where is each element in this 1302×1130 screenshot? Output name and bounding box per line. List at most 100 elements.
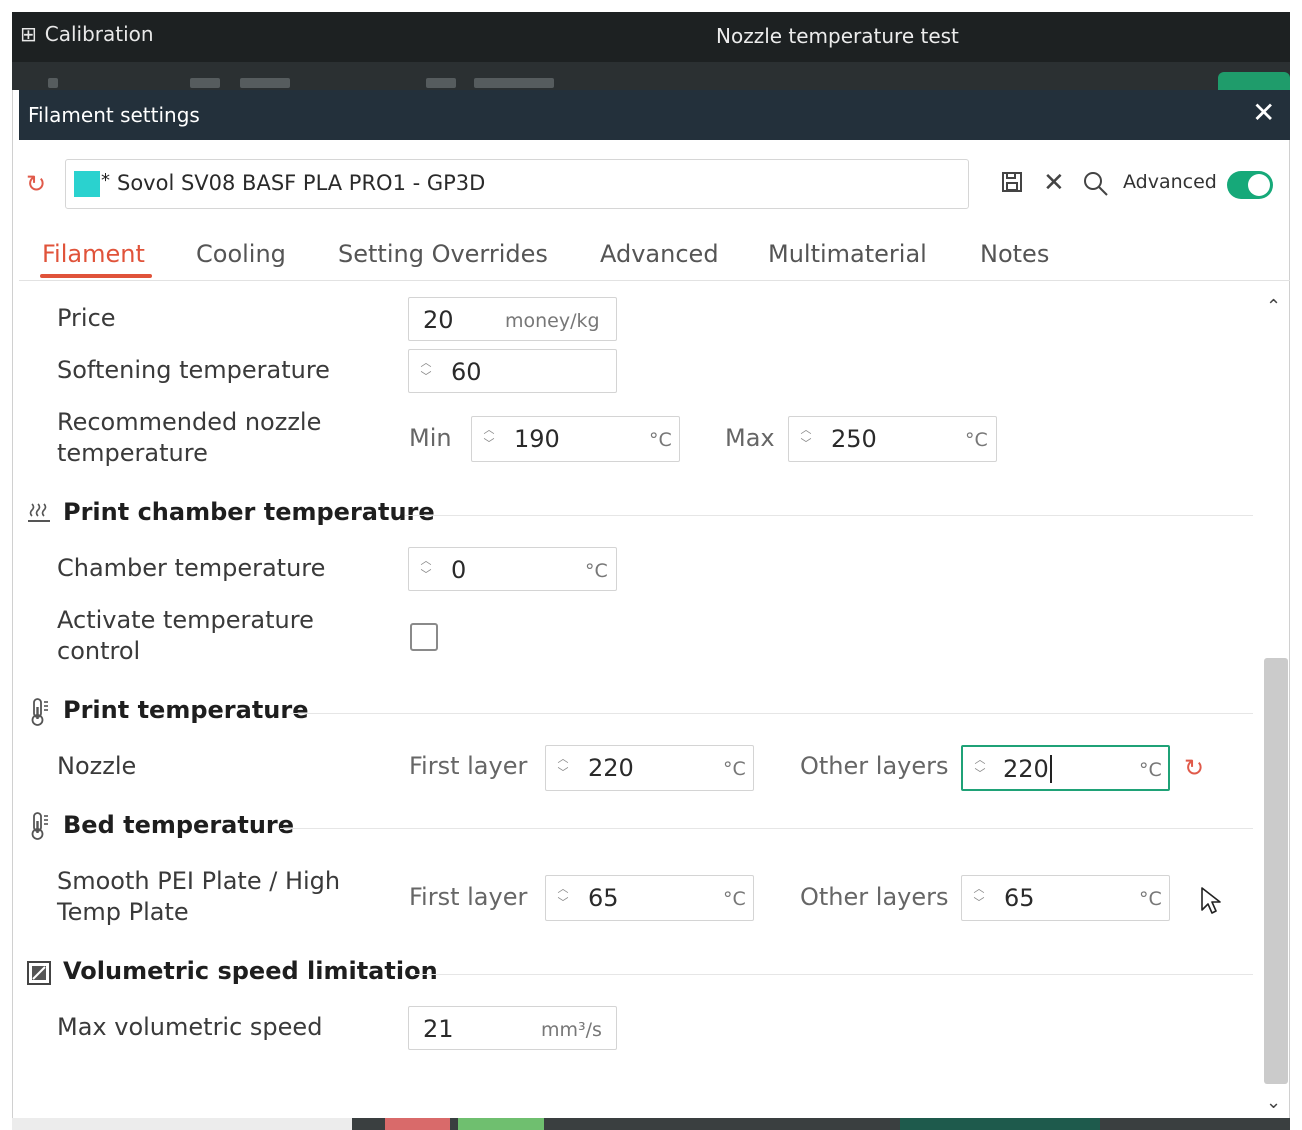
app-title-text: Calibration — [44, 22, 154, 46]
max-volumetric-speed-label: Max volumetric speed — [57, 1013, 323, 1041]
tab-notes[interactable]: Notes — [980, 240, 1049, 268]
tab-cooling[interactable]: Cooling — [196, 240, 286, 268]
price-unit: money/kg — [505, 310, 600, 332]
nozzle-other-layers-input[interactable]: ︿ ﹀ 220 °C — [961, 745, 1170, 791]
plate-label-line2: Temp Plate — [57, 898, 189, 926]
nozzle-label: Nozzle — [57, 752, 137, 780]
section-divider — [410, 974, 1253, 975]
softening-label: Softening temperature — [57, 356, 330, 384]
spin-arrows-icon[interactable]: ︿ ﹀ — [972, 882, 986, 910]
preset-name: Sovol SV08 BASF PLA PRO1 - GP3D — [117, 171, 486, 195]
recommended-nozzle-label-line1: Recommended nozzle — [57, 408, 322, 436]
section-divider — [290, 713, 1253, 714]
min-label: Min — [409, 424, 452, 452]
toggle-knob — [1248, 174, 1270, 196]
activate-temperature-label: Activate temperature control — [57, 605, 314, 667]
nozzle-first-layer-unit: °C — [723, 758, 746, 780]
nozzle-other-layers-value: 220 — [1003, 755, 1049, 783]
app-title-left: ⊞ Calibration — [20, 22, 154, 46]
recommended-nozzle-label: Recommended nozzle temperature — [57, 407, 321, 469]
plate-label-line1: Smooth PEI Plate / High — [57, 867, 341, 895]
tab-multimaterial[interactable]: Multimaterial — [768, 240, 927, 268]
filament-color-swatch — [74, 171, 100, 197]
nozzle-max-input[interactable]: ︿ ﹀ 250 °C — [788, 416, 997, 462]
chamber-temperature-unit: °C — [585, 560, 608, 582]
app-titlebar — [12, 12, 1290, 62]
spin-arrows-icon[interactable]: ︿ ﹀ — [556, 752, 570, 780]
chamber-temperature-label: Chamber temperature — [57, 554, 326, 582]
scroll-down-icon[interactable]: ⌄ — [1266, 1092, 1281, 1113]
text-caret — [1050, 755, 1052, 783]
dialog-titlebar — [19, 90, 1290, 140]
price-input[interactable]: 20 money/kg — [408, 297, 617, 341]
nozzle-min-input[interactable]: ︿ ﹀ 190 °C — [471, 416, 680, 462]
delete-icon[interactable]: ✕ — [1043, 168, 1065, 198]
mouse-pointer-icon — [1200, 886, 1222, 920]
search-icon[interactable] — [1082, 170, 1110, 204]
activate-temperature-label-line2: control — [57, 637, 141, 665]
save-icon[interactable] — [1000, 170, 1024, 200]
volumetric-speed-icon — [26, 960, 52, 992]
bed-other-layers-input[interactable]: ︿ ﹀ 65 °C — [961, 875, 1170, 921]
nozzle-first-layer-value: 220 — [588, 754, 634, 782]
bed-first-layer-label: First layer — [409, 883, 528, 911]
close-icon[interactable]: ✕ — [1252, 99, 1275, 127]
menubar-ghost — [48, 78, 58, 88]
bed-other-layers-value: 65 — [1004, 884, 1035, 912]
chamber-temperature-input[interactable]: ︿ ﹀ 0 °C — [408, 547, 617, 591]
tab-setting-overrides[interactable]: Setting Overrides — [338, 240, 548, 268]
menubar-ghost — [240, 78, 290, 88]
bottom-block — [900, 1118, 1100, 1130]
reset-icon[interactable]: ↻ — [26, 172, 50, 196]
calibration-icon: ⊞ — [20, 22, 37, 46]
spin-arrows-icon[interactable]: ︿ ﹀ — [482, 423, 496, 451]
softening-value: 60 — [451, 358, 482, 386]
section-divider — [405, 515, 1253, 516]
bed-first-layer-value: 65 — [588, 884, 619, 912]
bottom-block — [385, 1118, 450, 1130]
menubar-ghost — [190, 78, 220, 88]
active-tab-underline — [40, 274, 152, 278]
max-volumetric-speed-unit: mm³/s — [541, 1019, 602, 1041]
thermometer-icon — [27, 697, 51, 733]
tabs-divider — [19, 280, 1290, 281]
bottom-block — [12, 1118, 352, 1130]
spin-arrows-icon[interactable]: ︿ ﹀ — [419, 554, 433, 582]
bed-other-layers-unit: °C — [1139, 888, 1162, 910]
price-label: Price — [57, 304, 116, 332]
chamber-temperature-value: 0 — [451, 556, 467, 584]
spin-arrows-icon[interactable]: ︿ ﹀ — [556, 882, 570, 910]
menubar-ghost — [474, 78, 554, 88]
max-volumetric-speed-value: 21 — [423, 1015, 454, 1043]
nozzle-other-layers-unit: °C — [1139, 759, 1162, 781]
tab-advanced[interactable]: Advanced — [600, 240, 719, 268]
spin-arrows-icon[interactable]: ︿ ﹀ — [973, 753, 987, 781]
plate-label: Smooth PEI Plate / High Temp Plate — [57, 866, 340, 928]
app-window-title: Nozzle temperature test — [716, 24, 959, 48]
dialog-title: Filament settings — [28, 103, 200, 127]
max-volumetric-speed-input[interactable]: 21 mm³/s — [408, 1006, 617, 1050]
reset-icon[interactable]: ↻ — [1184, 754, 1204, 782]
price-value: 20 — [423, 306, 454, 334]
spin-arrows-icon[interactable]: ︿ ﹀ — [419, 356, 433, 384]
activate-temperature-label-line1: Activate temperature — [57, 606, 314, 634]
scrollbar-thumb[interactable] — [1264, 658, 1288, 1084]
bed-first-layer-input[interactable]: ︿ ﹀ 65 °C — [545, 875, 754, 921]
advanced-label: Advanced — [1123, 171, 1217, 193]
nozzle-min-unit: °C — [649, 429, 672, 451]
activate-temperature-checkbox[interactable] — [410, 623, 438, 651]
nozzle-max-unit: °C — [965, 429, 988, 451]
bottom-block — [458, 1118, 544, 1130]
bed-other-layers-label: Other layers — [800, 883, 949, 911]
nozzle-first-layer-input[interactable]: ︿ ﹀ 220 °C — [545, 745, 754, 791]
scroll-up-icon[interactable]: ⌃ — [1266, 296, 1281, 317]
nozzle-min-value: 190 — [514, 425, 560, 453]
advanced-toggle[interactable] — [1227, 171, 1273, 199]
softening-input[interactable]: ︿ ﹀ 60 — [408, 349, 617, 393]
modified-marker: * — [101, 170, 110, 191]
tab-filament[interactable]: Filament — [42, 240, 145, 268]
nozzle-max-value: 250 — [831, 425, 877, 453]
app-active-tab — [1218, 72, 1290, 90]
chamber-heat-icon — [26, 500, 52, 532]
spin-arrows-icon[interactable]: ︿ ﹀ — [799, 423, 813, 451]
